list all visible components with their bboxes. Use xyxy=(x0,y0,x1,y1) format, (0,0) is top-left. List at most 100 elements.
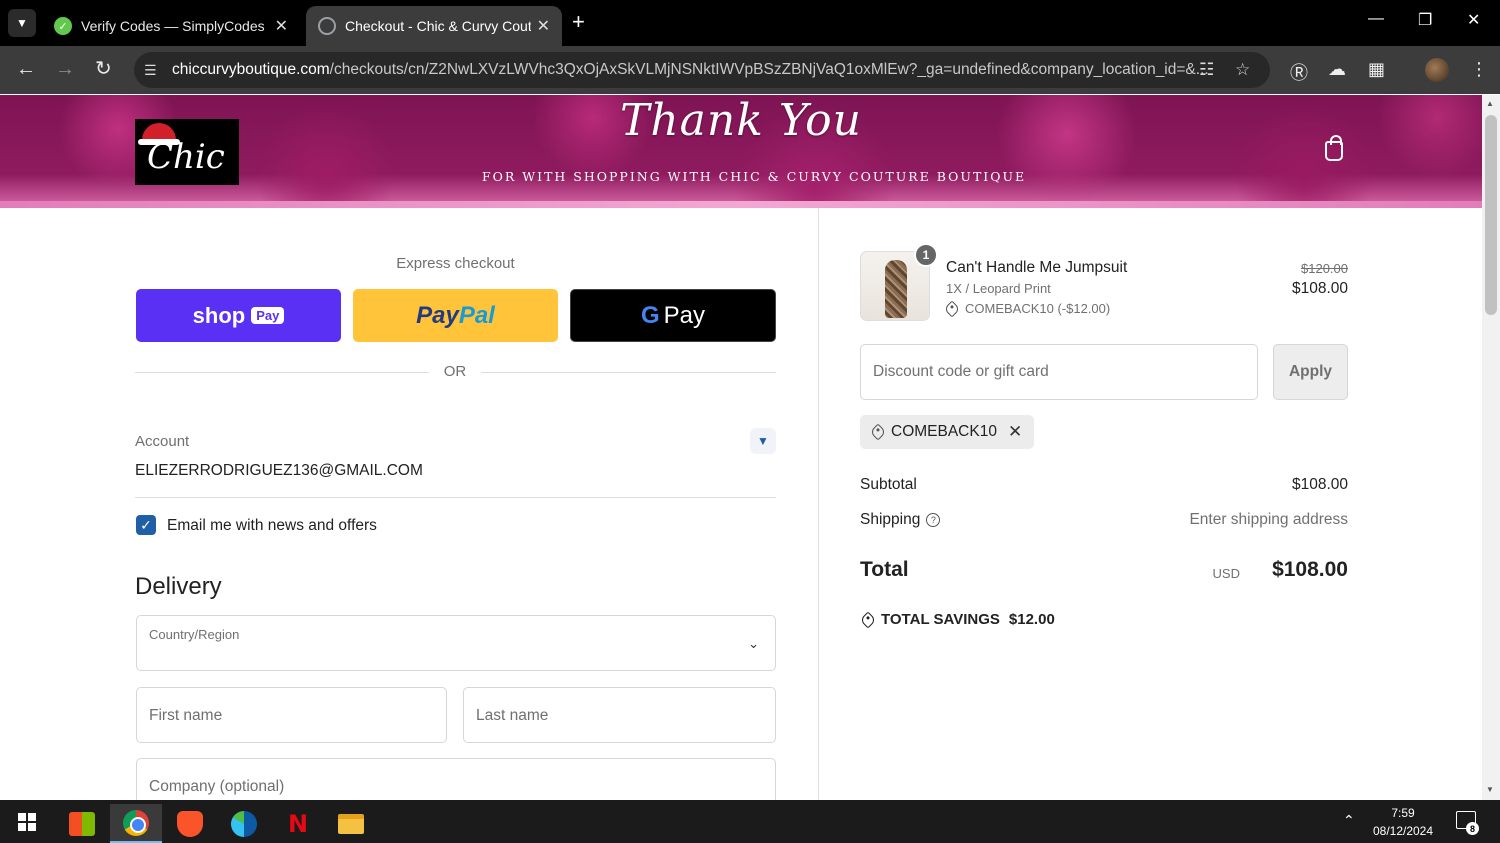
total-value: $108.00 xyxy=(1272,558,1348,581)
paypal-button[interactable]: Pay Pal xyxy=(353,289,558,342)
store-logo[interactable]: Chic xyxy=(135,119,239,185)
microsoft-store-icon xyxy=(69,811,95,836)
logo-text: Chic xyxy=(147,137,225,177)
applied-code: COMEBACK10 xyxy=(891,423,997,440)
scroll-thumb[interactable] xyxy=(1485,115,1497,315)
page-scrollbar[interactable]: ▲ ▼ xyxy=(1482,95,1500,800)
help-icon[interactable]: ? xyxy=(926,512,941,527)
forward-icon[interactable]: → xyxy=(55,58,75,80)
reload-icon[interactable]: ↻ xyxy=(95,58,112,80)
banner-subheading: FOR WITH SHOPPING WITH CHIC & CURVY COUT… xyxy=(482,169,1027,184)
file-explorer-icon xyxy=(338,813,364,834)
minimize-icon[interactable]: — xyxy=(1368,10,1384,28)
savings-label: TOTAL SAVINGS xyxy=(881,611,1000,628)
translate-icon[interactable]: ☷ xyxy=(1199,60,1214,80)
product-name: Can't Handle Me Jumpsuit xyxy=(946,259,1128,276)
last-name-field[interactable]: Last name xyxy=(463,687,776,743)
extension-cloud-icon[interactable]: ☁ xyxy=(1328,59,1346,80)
shop-pay-button[interactable]: shop Pay xyxy=(136,289,341,342)
edge-icon xyxy=(231,810,257,837)
tag-icon xyxy=(869,423,887,441)
shopping-bag-icon[interactable] xyxy=(1325,135,1343,161)
scroll-down-icon[interactable]: ▼ xyxy=(1486,785,1494,794)
total-label: Total xyxy=(860,558,909,581)
chevron-down-icon[interactable]: ▼ xyxy=(750,428,776,454)
profile-avatar[interactable] xyxy=(1425,58,1449,82)
taskbar-edge[interactable] xyxy=(218,804,270,843)
browser-tab-bar: ▼ ✓ Verify Codes — SimplyCodes ✕ Checkou… xyxy=(0,0,1500,46)
total-currency: USD xyxy=(1212,566,1240,581)
shipping-row: Shipping? xyxy=(860,511,941,529)
clock-time: 7:59 xyxy=(1391,806,1415,820)
subtotal-value: $108.00 xyxy=(1291,476,1348,493)
clock-date: 08/12/2024 xyxy=(1372,824,1434,838)
account-divider xyxy=(135,497,776,498)
apply-button[interactable]: Apply xyxy=(1273,344,1348,400)
google-pay-label: Pay xyxy=(663,301,706,329)
tray-chevron-up-icon[interactable]: ⌃ xyxy=(1343,812,1355,829)
menu-kebab-icon[interactable]: ⋮ xyxy=(1470,59,1488,80)
system-clock[interactable]: 7:59 08/12/2024 xyxy=(1368,804,1438,840)
tag-icon xyxy=(943,300,961,317)
savings-tag-icon xyxy=(859,611,877,628)
scroll-up-icon[interactable]: ▲ xyxy=(1486,99,1494,108)
product-image xyxy=(885,260,907,318)
close-tab-icon[interactable]: ✕ xyxy=(537,16,550,36)
paypal-label-part1: Pay xyxy=(416,301,459,329)
taskbar-chrome[interactable] xyxy=(110,804,162,843)
last-name-placeholder: Last name xyxy=(476,707,549,724)
back-icon[interactable]: ← xyxy=(16,58,36,80)
column-divider xyxy=(818,208,819,800)
google-g-icon: G xyxy=(640,301,660,329)
discount-code-input[interactable] xyxy=(860,344,1258,400)
tab-verify-codes[interactable]: ✓ Verify Codes — SimplyCodes ✕ xyxy=(42,6,300,46)
remove-code-icon[interactable]: ✕ xyxy=(1008,422,1022,442)
first-name-placeholder: First name xyxy=(149,707,223,724)
tab-search-button[interactable]: ▼ xyxy=(8,9,36,37)
url-domain: chiccurvyboutique.com xyxy=(172,61,330,78)
product-variant: 1X / Leopard Print xyxy=(946,281,1051,296)
windows-start-icon[interactable] xyxy=(18,813,36,831)
express-checkout-title: Express checkout xyxy=(396,255,515,272)
original-price: $120.00 xyxy=(1301,261,1348,276)
company-field[interactable]: Company (optional) xyxy=(136,758,776,800)
tab-title: Checkout - Chic & Curvy Couture xyxy=(345,18,531,34)
shipping-label: Shipping xyxy=(860,511,921,528)
bookmark-star-icon[interactable]: ☆ xyxy=(1235,60,1250,80)
taskbar-netflix[interactable]: N xyxy=(272,804,324,843)
tab-title: Verify Codes — SimplyCodes xyxy=(81,18,265,34)
taskbar-brave[interactable] xyxy=(164,804,216,843)
window-close-icon[interactable]: ✕ xyxy=(1467,10,1480,30)
item-price: $108.00 xyxy=(1291,280,1348,297)
netflix-icon: N xyxy=(287,809,309,838)
first-name-field[interactable]: First name xyxy=(136,687,447,743)
product-discount-text: COMEBACK10 (-$12.00) xyxy=(965,301,1111,316)
close-tab-icon[interactable]: ✕ xyxy=(275,16,288,36)
extensions-puzzle-icon[interactable]: ▦ xyxy=(1368,59,1385,80)
product-discount: COMEBACK10 (-$12.00) xyxy=(943,300,1111,317)
address-bar[interactable]: chiccurvyboutique.com/checkouts/cn/Z2NwL… xyxy=(134,52,1270,88)
banner-strip xyxy=(0,201,1482,208)
account-email: ELIEZERRODRIGUEZ136@GMAIL.COM xyxy=(135,462,423,479)
country-select[interactable]: Country/Region ⌄ xyxy=(136,615,776,671)
savings-value: $12.00 xyxy=(1008,611,1055,628)
newsletter-label[interactable]: Email me with news and offers xyxy=(167,517,377,535)
extension-w-icon[interactable]: Ⓡ xyxy=(1290,59,1308,85)
notification-count: 8 xyxy=(1466,822,1479,835)
new-tab-icon[interactable]: + xyxy=(572,10,585,34)
taskbar-file-explorer[interactable] xyxy=(325,804,377,843)
delivery-heading: Delivery xyxy=(135,573,222,600)
newsletter-checkbox[interactable]: ✓ xyxy=(136,515,156,535)
google-pay-button[interactable]: G Pay xyxy=(570,289,776,342)
brave-icon xyxy=(177,810,203,837)
tab-checkout[interactable]: Checkout - Chic & Curvy Couture ✕ xyxy=(306,6,562,46)
browser-toolbar: ← → ↻ chiccurvyboutique.com/checkouts/cn… xyxy=(0,46,1500,94)
site-info-icon[interactable]: ☰ xyxy=(144,62,157,79)
restore-icon[interactable]: ❐ xyxy=(1418,10,1432,30)
account-label: Account xyxy=(135,433,190,450)
taskbar-store[interactable] xyxy=(56,804,108,843)
or-divider-left xyxy=(135,372,429,373)
applied-discount-chip: COMEBACK10 ✕ xyxy=(860,415,1035,449)
country-label: Country/Region xyxy=(149,627,240,642)
paypal-label-part2: Pal xyxy=(458,301,495,329)
